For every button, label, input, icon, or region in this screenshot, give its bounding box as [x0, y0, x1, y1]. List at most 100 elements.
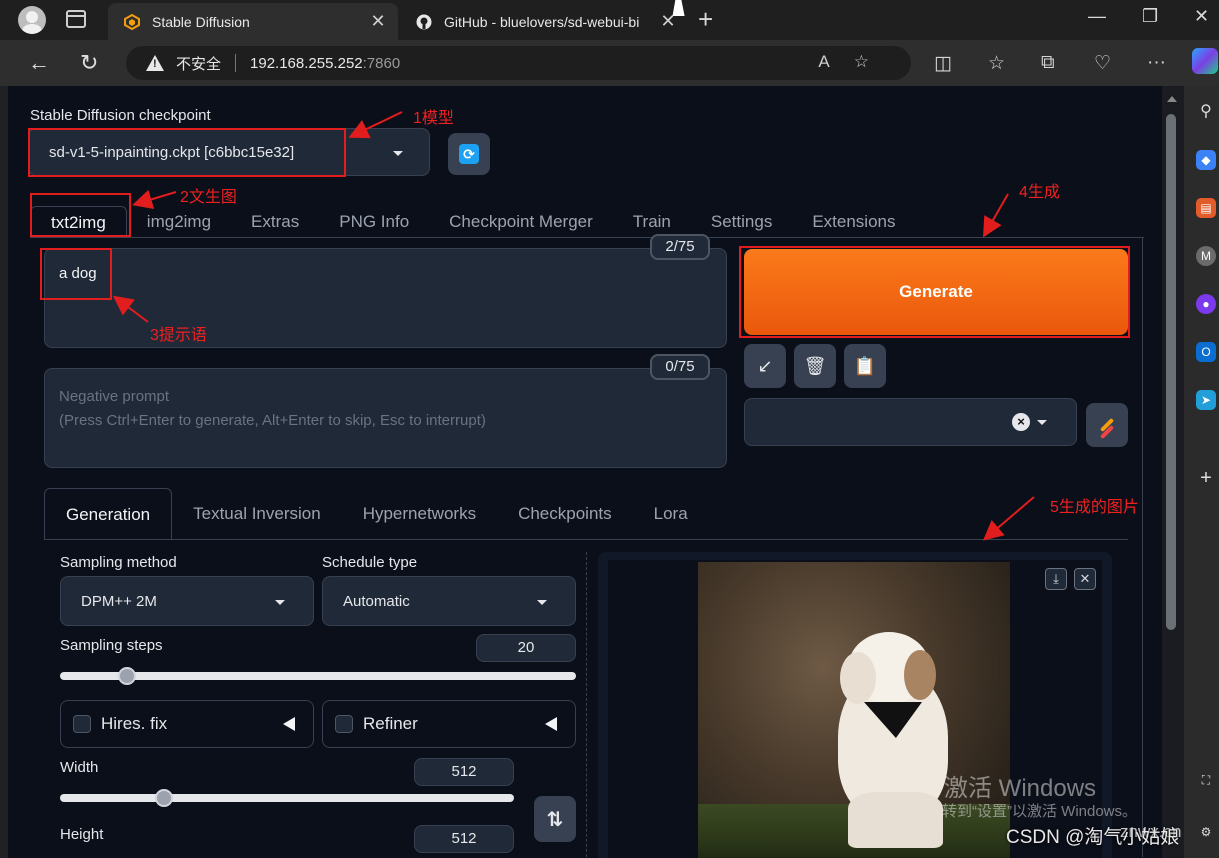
- clipboard-icon: 📋: [853, 355, 877, 376]
- schedule-type-label: Schedule type: [322, 554, 418, 571]
- back-icon[interactable]: ←: [28, 50, 50, 76]
- hires-fix-checkbox[interactable]: [73, 715, 91, 733]
- extra-networks-tabs: Generation Textual Inversion Hypernetwor…: [44, 488, 709, 540]
- outlook-icon[interactable]: O: [1196, 342, 1216, 362]
- hires-fix-accordion[interactable]: Hires. fix: [60, 700, 314, 748]
- scroll-up-icon[interactable]: [1167, 96, 1177, 102]
- copilot-app-icon[interactable]: ●: [1196, 294, 1216, 314]
- refiner-checkbox[interactable]: [335, 715, 353, 733]
- tab-hypernetworks[interactable]: Hypernetworks: [342, 488, 497, 540]
- profile-avatar-icon[interactable]: [18, 6, 46, 34]
- copilot-icon[interactable]: [1192, 48, 1218, 74]
- negative-token-counter: 0/75: [650, 354, 710, 380]
- annotation-box-model: [28, 128, 346, 177]
- apply-styles-button[interactable]: 📋: [844, 344, 886, 388]
- sampling-steps-input[interactable]: 20: [476, 634, 576, 662]
- schedule-type-value: Automatic: [343, 592, 410, 610]
- height-label: Height: [60, 826, 104, 843]
- annotation-box-generate: [739, 246, 1130, 338]
- chevron-down-icon: [537, 600, 547, 605]
- stable-diffusion-favicon-icon: [124, 13, 140, 30]
- subtab-divider: [44, 539, 1128, 540]
- browser-tab-stable-diffusion[interactable]: Stable Diffusion ✕: [108, 3, 398, 40]
- sampling-steps-label: Sampling steps: [60, 637, 163, 654]
- column-divider: [586, 552, 587, 858]
- tab-checkpoints[interactable]: Checkpoints: [497, 488, 633, 540]
- read-params-button[interactable]: ↙: [744, 344, 786, 388]
- panel-border: [1142, 237, 1143, 857]
- negative-placeholder-title: Negative prompt: [59, 388, 170, 405]
- close-tab-icon[interactable]: ✕: [366, 11, 390, 32]
- width-slider-handle[interactable]: [155, 789, 174, 807]
- browser-essentials-icon[interactable]: ♡: [1094, 52, 1111, 75]
- tab-extras[interactable]: Extras: [231, 206, 319, 238]
- new-tab-icon[interactable]: +: [698, 4, 713, 35]
- sampling-steps-slider[interactable]: [60, 672, 576, 680]
- negative-prompt-textarea[interactable]: Negative prompt (Press Ctrl+Enter to gen…: [44, 368, 727, 468]
- sidebar-settings-icon[interactable]: ⚙: [1196, 822, 1216, 842]
- address-separator: [235, 54, 237, 72]
- tools-icon[interactable]: ▤: [1196, 198, 1216, 218]
- close-image-icon[interactable]: ✕: [1074, 568, 1096, 590]
- tab-actions-icon[interactable]: [66, 10, 86, 28]
- sampling-method-dropdown[interactable]: DPM++ 2M: [60, 576, 314, 626]
- sampling-method-value: DPM++ 2M: [81, 592, 157, 610]
- search-icon[interactable]: ⚲: [1196, 102, 1216, 122]
- height-input[interactable]: 512: [414, 825, 514, 853]
- scrollbar-thumb[interactable]: [1166, 114, 1176, 630]
- tab-textual-inversion[interactable]: Textual Inversion: [172, 488, 342, 540]
- m365-icon[interactable]: M: [1196, 246, 1216, 266]
- csdn-watermark: CSDN @淘气小姑娘: [1006, 827, 1180, 848]
- download-icon[interactable]: ⤓: [1045, 568, 1067, 590]
- minimize-icon[interactable]: —: [1088, 6, 1106, 27]
- read-aloud-icon[interactable]: A☆: [818, 52, 893, 72]
- width-slider[interactable]: [60, 794, 514, 802]
- swap-dimensions-button[interactable]: ⇅: [534, 796, 576, 842]
- width-input[interactable]: 512: [414, 758, 514, 786]
- restore-icon[interactable]: ❐: [1142, 6, 1158, 27]
- refresh-checkpoints-button[interactable]: ⟳: [448, 133, 490, 175]
- page-scrollbar[interactable]: [1162, 86, 1184, 858]
- schedule-type-dropdown[interactable]: Automatic: [322, 576, 576, 626]
- chevron-down-icon: [275, 600, 285, 605]
- add-sidebar-icon[interactable]: +: [1196, 468, 1216, 488]
- image-dog-ear: [904, 650, 936, 700]
- window-close-icon[interactable]: ✕: [1194, 6, 1209, 27]
- image-dog-ear: [840, 652, 876, 704]
- annotation-txt2img: 2文生图: [180, 189, 237, 206]
- windows-activation-hint: 转到“设置”以激活 Windows。: [942, 803, 1138, 820]
- chevron-down-icon: [393, 151, 403, 156]
- sampling-steps-slider-handle[interactable]: [118, 667, 137, 685]
- refiner-accordion[interactable]: Refiner: [322, 700, 576, 748]
- address-bar[interactable]: 不安全 192.168.255.252 :7860 A☆: [126, 46, 911, 80]
- refiner-label: Refiner: [363, 714, 418, 733]
- telegram-icon[interactable]: ➤: [1196, 390, 1216, 410]
- browser-tab-github[interactable]: GitHub - bluelovers/sd-webui-bi ✕: [400, 3, 688, 40]
- more-menu-icon[interactable]: ···: [1147, 52, 1166, 74]
- screenshot-icon[interactable]: ⛶: [1196, 770, 1216, 790]
- tab-generation[interactable]: Generation: [44, 488, 173, 540]
- tab-lora[interactable]: Lora: [633, 488, 709, 540]
- clear-prompt-button[interactable]: 🗑: [794, 344, 836, 388]
- arrow-down-left-icon: ↙: [757, 355, 773, 376]
- prompt-token-counter: 2/75: [650, 234, 710, 260]
- collections-icon[interactable]: ⧉: [1041, 52, 1055, 74]
- annotation-generate: 4生成: [1019, 184, 1060, 201]
- tab-settings[interactable]: Settings: [691, 206, 792, 238]
- favorites-icon[interactable]: ☆: [988, 52, 1005, 75]
- tab-img2img[interactable]: img2img: [127, 206, 231, 238]
- tab-checkpoint-merger[interactable]: Checkpoint Merger: [429, 206, 613, 238]
- clear-styles-icon[interactable]: ×: [1012, 413, 1030, 431]
- shopping-icon[interactable]: ◆: [1196, 150, 1216, 170]
- reload-icon[interactable]: ↻: [80, 50, 98, 76]
- prompt-textarea[interactable]: a dog: [44, 248, 727, 348]
- security-label: 不安全: [176, 55, 222, 73]
- tab-extensions[interactable]: Extensions: [792, 206, 915, 238]
- tab-title: Stable Diffusion: [152, 13, 250, 30]
- chevron-down-icon: [1037, 420, 1047, 425]
- windows-activation-title: 激活 Windows: [944, 775, 1097, 802]
- browser-tab-bar: Stable Diffusion ✕ GitHub - bluelovers/s…: [0, 0, 1219, 40]
- split-screen-icon[interactable]: ◫: [934, 52, 952, 75]
- tab-png-info[interactable]: PNG Info: [319, 206, 429, 238]
- edit-styles-button[interactable]: [1086, 403, 1128, 447]
